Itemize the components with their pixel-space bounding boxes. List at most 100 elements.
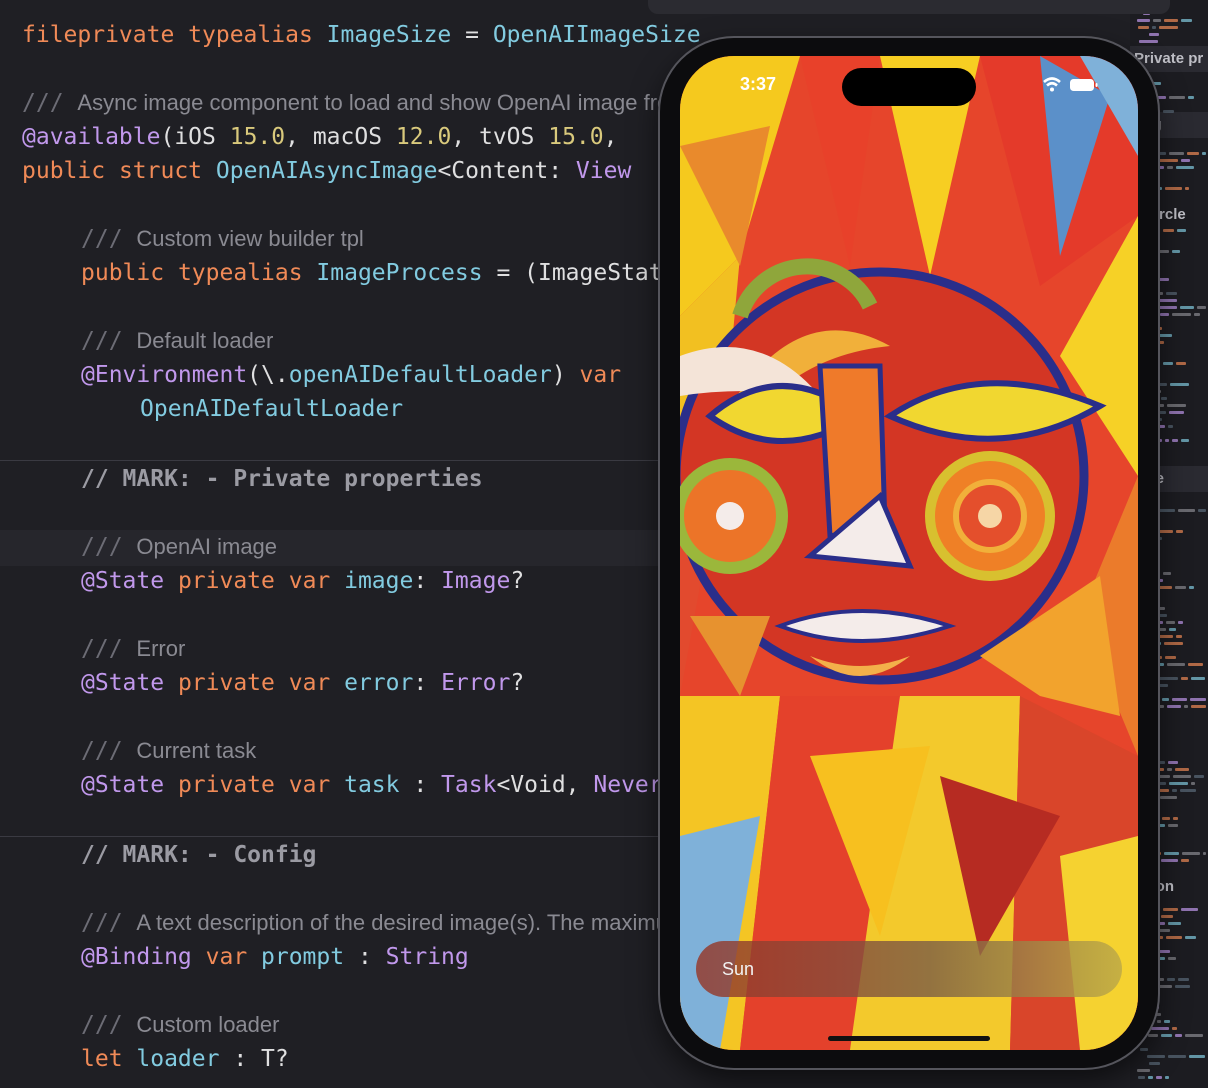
doc-comment-prefix: ///: [81, 910, 137, 936]
minimap-line: [1191, 705, 1206, 708]
minimap-line: [1187, 152, 1199, 155]
code-token: Error: [441, 670, 511, 696]
minimap-line: [1163, 110, 1174, 113]
minimap-line: [1158, 404, 1164, 407]
minimap-line: [1173, 817, 1178, 820]
minimap-line: [1169, 152, 1184, 155]
code-token: @State: [81, 670, 178, 696]
minimap-line: [1169, 411, 1184, 414]
doc-comment-prefix: ///: [81, 636, 137, 662]
code-token: @State: [81, 568, 178, 594]
minimap-line: [1161, 915, 1173, 918]
minimap-line: [1167, 404, 1186, 407]
minimap-line: [1203, 852, 1206, 855]
code-token: ImageSize: [326, 22, 452, 48]
minimap-line: [1180, 789, 1196, 792]
code-token: Image: [441, 568, 511, 594]
minimap-line: [1157, 1020, 1161, 1023]
code-token: @Binding: [81, 944, 206, 970]
doc-comment-text: Default loader: [136, 328, 274, 353]
doc-comment-prefix: ///: [81, 1012, 137, 1038]
code-token: <Void,: [496, 772, 594, 798]
doc-comment-prefix: ///: [22, 90, 78, 116]
simulator-screen[interactable]: 3:37 Sun: [680, 56, 1138, 1050]
code-token: 15.0: [548, 124, 604, 150]
minimap-line: [1191, 782, 1195, 785]
minimap-line: [1172, 439, 1178, 442]
minimap-line: [1158, 579, 1163, 582]
minimap-line: [1159, 26, 1178, 29]
minimap-line: [1167, 705, 1181, 708]
minimap-line: [1162, 698, 1169, 701]
code-token: private: [177, 670, 289, 696]
code-token: var: [288, 568, 345, 594]
minimap-line: [1163, 572, 1171, 575]
minimap-line: [1194, 775, 1204, 778]
code-token: openAIDefaultLoader: [288, 362, 552, 388]
code-token: OpenAIAsyncImage: [215, 158, 438, 184]
minimap-line: [1165, 1076, 1169, 1079]
minimap-line: [1172, 698, 1187, 701]
minimap-line: [1158, 936, 1163, 939]
code-token: , macOS: [285, 124, 396, 150]
wifi-icon: [1043, 77, 1061, 84]
code-token: OpenAIImageSize: [492, 22, 701, 48]
code-token: View: [575, 158, 632, 184]
minimap-line: [1157, 278, 1169, 281]
doc-comment-text: Error: [136, 636, 186, 661]
minimap-line: [1188, 663, 1203, 666]
minimap-line: [1162, 817, 1170, 820]
minimap-line: [1166, 292, 1177, 295]
prompt-text-field[interactable]: Sun: [696, 941, 1122, 997]
minimap-line: [1161, 1034, 1172, 1037]
minimap-line: [1165, 656, 1176, 659]
home-indicator[interactable]: [828, 1036, 990, 1041]
doc-comment-text: Custom loader: [136, 1012, 280, 1037]
status-bar-icons: [1043, 77, 1098, 92]
code-token: task: [344, 772, 400, 798]
minimap-line: [1181, 439, 1189, 442]
minimap-line: [1164, 642, 1183, 645]
code-token: ?: [510, 568, 525, 594]
minimap-line: [1176, 635, 1182, 638]
code-token: <Content:: [437, 158, 576, 184]
prompt-value[interactable]: Sun: [722, 941, 754, 997]
minimap-line: [1137, 1069, 1150, 1072]
minimap-line: [1198, 509, 1206, 512]
minimap-line: [1159, 677, 1178, 680]
code-token: error: [344, 670, 414, 696]
code-token: Task: [441, 772, 497, 798]
minimap-line: [1167, 978, 1175, 981]
minimap-line: [1164, 1020, 1170, 1023]
minimap-line: [1191, 677, 1205, 680]
doc-comment-text: Current task: [136, 738, 257, 763]
code-token: public: [81, 260, 178, 286]
code-token: struct: [118, 158, 216, 184]
code-token: typealias: [177, 260, 317, 286]
minimap-line: [1181, 19, 1192, 22]
minimap-line: [1178, 621, 1183, 624]
code-token: var: [579, 362, 622, 388]
minimap-line: [1149, 1062, 1160, 1065]
code-token: prompt: [261, 944, 345, 970]
simulator-toolbar: [648, 0, 1170, 14]
minimap-line: [1175, 985, 1190, 988]
code-token: ): [551, 362, 580, 388]
minimap-line: [1148, 1076, 1153, 1079]
minimap-line: [1185, 936, 1196, 939]
code-token: ,: [603, 124, 618, 150]
code-token: @State: [81, 772, 178, 798]
code-token: OpenAIDefaultLoader: [140, 396, 404, 422]
minimap-line: [1175, 586, 1186, 589]
code-token: loader: [136, 1046, 220, 1072]
code-token: var: [288, 772, 345, 798]
minimap-line: [1181, 159, 1190, 162]
minimap-line: [1160, 796, 1177, 799]
dynamic-island: [842, 68, 976, 106]
code-token: fileprivate: [22, 22, 189, 48]
minimap-line: [1147, 1055, 1165, 1058]
minimap-line: [1158, 530, 1173, 533]
minimap-line: [1172, 1027, 1177, 1030]
code-token: (\.: [247, 362, 289, 388]
minimap-line: [1165, 439, 1169, 442]
